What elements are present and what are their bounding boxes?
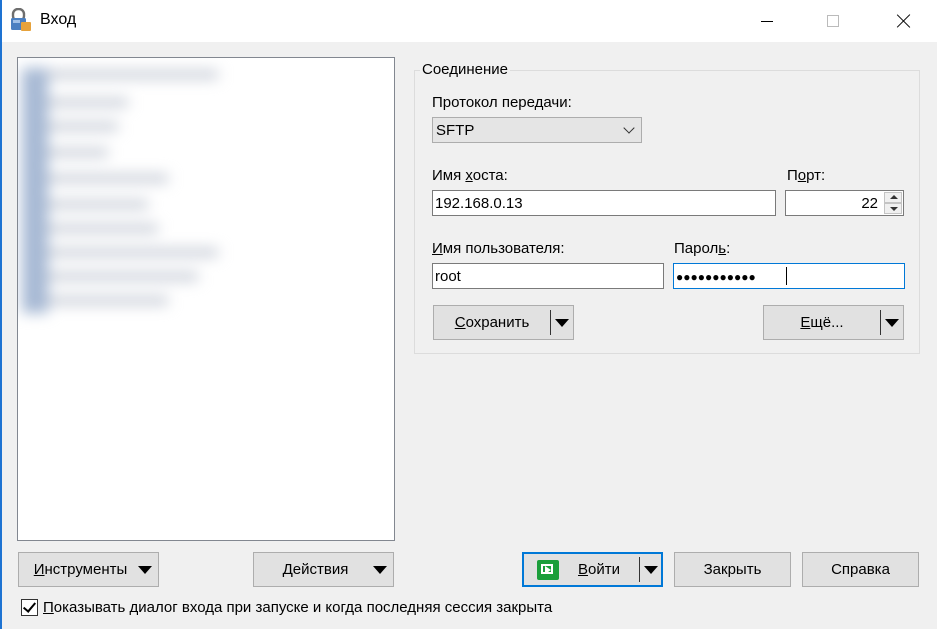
show-dialog-label[interactable]: Показывать диалог входа при запуске и ко… <box>43 599 552 616</box>
username-value: root <box>435 268 461 285</box>
caret-down-icon[interactable] <box>555 318 569 327</box>
protocol-label: Протокол передачи: <box>432 94 572 111</box>
maximize-icon <box>827 15 839 27</box>
help-button-label: Справка <box>831 561 890 578</box>
port-increment-button[interactable] <box>884 192 902 203</box>
help-button[interactable]: Справка <box>802 552 919 587</box>
port-label: Порт: <box>787 167 826 184</box>
close-icon <box>897 14 911 28</box>
split-divider <box>639 557 640 582</box>
password-label: Пароль: <box>674 240 731 257</box>
port-decrement-button[interactable] <box>884 203 902 214</box>
actions-button-label: Действия <box>282 561 349 578</box>
text-caret <box>786 267 787 285</box>
port-stepper[interactable]: 22 <box>785 190 904 216</box>
tools-button-label: Инструменты <box>33 561 128 578</box>
checkmark-icon <box>22 599 37 613</box>
password-input[interactable]: ●●●●●●●●●●● <box>673 263 905 289</box>
show-dialog-checkbox[interactable] <box>21 599 38 616</box>
window-title: Вход <box>40 11 77 28</box>
more-button-label: Ещё... <box>800 314 844 331</box>
close-button-label: Закрыть <box>703 561 762 578</box>
minimize-button[interactable] <box>744 0 790 42</box>
arrow-up-icon <box>890 195 898 199</box>
maximize-button[interactable] <box>810 0 856 42</box>
title-bar <box>0 0 937 42</box>
login-button[interactable]: Войти <box>522 552 663 587</box>
blurred-site-list <box>18 58 390 333</box>
password-value: ●●●●●●●●●●● <box>676 270 756 284</box>
caret-down-icon <box>373 565 387 574</box>
winscp-lock-icon <box>11 8 31 31</box>
host-input[interactable]: 192.168.0.13 <box>432 190 776 216</box>
tools-button[interactable]: Инструменты <box>18 552 159 587</box>
actions-button[interactable]: Действия <box>253 552 394 587</box>
caret-down-icon[interactable] <box>644 565 658 574</box>
protocol-select[interactable]: SFTP <box>432 117 642 143</box>
caret-down-icon <box>138 565 152 574</box>
site-tree[interactable] <box>17 57 395 541</box>
host-value: 192.168.0.13 <box>435 195 523 212</box>
window-border <box>0 0 2 629</box>
split-divider <box>550 310 551 335</box>
save-button-label: Сохранить <box>454 314 530 331</box>
login-icon <box>537 559 559 580</box>
login-button-label: Войти <box>578 561 620 578</box>
chevron-down-icon <box>623 122 635 134</box>
split-divider <box>880 310 881 335</box>
close-button[interactable]: Закрыть <box>674 552 791 587</box>
more-button[interactable]: Ещё... <box>763 305 904 340</box>
connection-legend: Соединение <box>420 61 510 78</box>
minimize-icon <box>761 20 773 22</box>
protocol-value: SFTP <box>436 122 475 139</box>
host-label: Имя хоста: <box>432 167 508 184</box>
close-window-button[interactable] <box>881 0 927 42</box>
arrow-down-icon <box>890 207 898 211</box>
port-value: 22 <box>861 195 878 212</box>
username-input[interactable]: root <box>432 263 664 289</box>
username-label: Имя пользователя: <box>432 240 565 257</box>
caret-down-icon[interactable] <box>885 318 899 327</box>
save-button[interactable]: Сохранить <box>433 305 574 340</box>
